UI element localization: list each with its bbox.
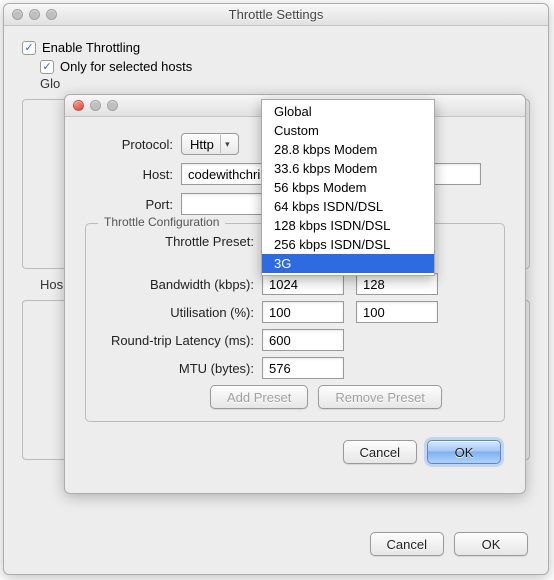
bandwidth-upload-input[interactable]	[356, 273, 438, 295]
host-label: Host:	[85, 167, 181, 182]
bandwidth-download-input[interactable]	[262, 273, 344, 295]
preset-option[interactable]: 3G	[262, 254, 434, 273]
protocol-value: Http	[190, 137, 214, 152]
preset-label: Throttle Preset:	[98, 234, 262, 249]
port-label: Port:	[85, 197, 181, 212]
remove-preset-button[interactable]: Remove Preset	[318, 385, 442, 409]
preset-option[interactable]: 33.6 kbps Modem	[262, 159, 434, 178]
mtu-label: MTU (bytes):	[98, 361, 262, 376]
zoom-icon[interactable]	[107, 100, 118, 111]
preset-option[interactable]: Global	[262, 102, 434, 121]
edit-ok-button[interactable]: OK	[427, 440, 501, 464]
utilisation-upload-input[interactable]	[356, 301, 438, 323]
preset-option[interactable]: 256 kbps ISDN/DSL	[262, 235, 434, 254]
mtu-input[interactable]	[262, 357, 344, 379]
global-group-label: Glo	[40, 76, 530, 91]
main-cancel-button[interactable]: Cancel	[370, 532, 444, 556]
utilisation-label: Utilisation (%):	[98, 305, 262, 320]
utilisation-download-input[interactable]	[262, 301, 344, 323]
bandwidth-label: Bandwidth (kbps):	[98, 277, 262, 292]
close-icon[interactable]	[73, 100, 84, 111]
preset-option[interactable]: Custom	[262, 121, 434, 140]
only-selected-label: Only for selected hosts	[60, 59, 192, 74]
enable-throttling-row: ✓ Enable Throttling	[22, 40, 530, 55]
edit-cancel-button[interactable]: Cancel	[343, 440, 417, 464]
edit-traffic-lights	[73, 100, 118, 111]
minimize-icon[interactable]	[90, 100, 101, 111]
latency-label: Round-trip Latency (ms):	[98, 333, 262, 348]
preset-option[interactable]: 56 kbps Modem	[262, 178, 434, 197]
preset-option[interactable]: 64 kbps ISDN/DSL	[262, 197, 434, 216]
enable-throttling-label: Enable Throttling	[42, 40, 140, 55]
preset-dropdown[interactable]: GlobalCustom28.8 kbps Modem33.6 kbps Mod…	[261, 99, 435, 276]
preset-option[interactable]: 28.8 kbps Modem	[262, 140, 434, 159]
traffic-lights	[12, 9, 57, 20]
enable-throttling-checkbox[interactable]: ✓	[22, 41, 36, 55]
main-ok-button[interactable]: OK	[454, 532, 528, 556]
protocol-label: Protocol:	[85, 137, 181, 152]
throttle-config-legend: Throttle Configuration	[98, 215, 225, 229]
latency-input[interactable]	[262, 329, 344, 351]
only-selected-row: ✓ Only for selected hosts	[40, 59, 530, 74]
zoom-icon[interactable]	[46, 9, 57, 20]
preset-option[interactable]: 128 kbps ISDN/DSL	[262, 216, 434, 235]
minimize-icon[interactable]	[29, 9, 40, 20]
port-input[interactable]	[181, 193, 263, 215]
main-title: Throttle Settings	[4, 7, 548, 22]
chevron-down-icon: ▾	[220, 135, 234, 153]
protocol-select[interactable]: Http ▾	[181, 133, 239, 155]
only-selected-checkbox[interactable]: ✓	[40, 60, 54, 74]
close-icon[interactable]	[12, 9, 23, 20]
main-titlebar: Throttle Settings	[4, 4, 548, 26]
add-preset-button[interactable]: Add Preset	[210, 385, 308, 409]
